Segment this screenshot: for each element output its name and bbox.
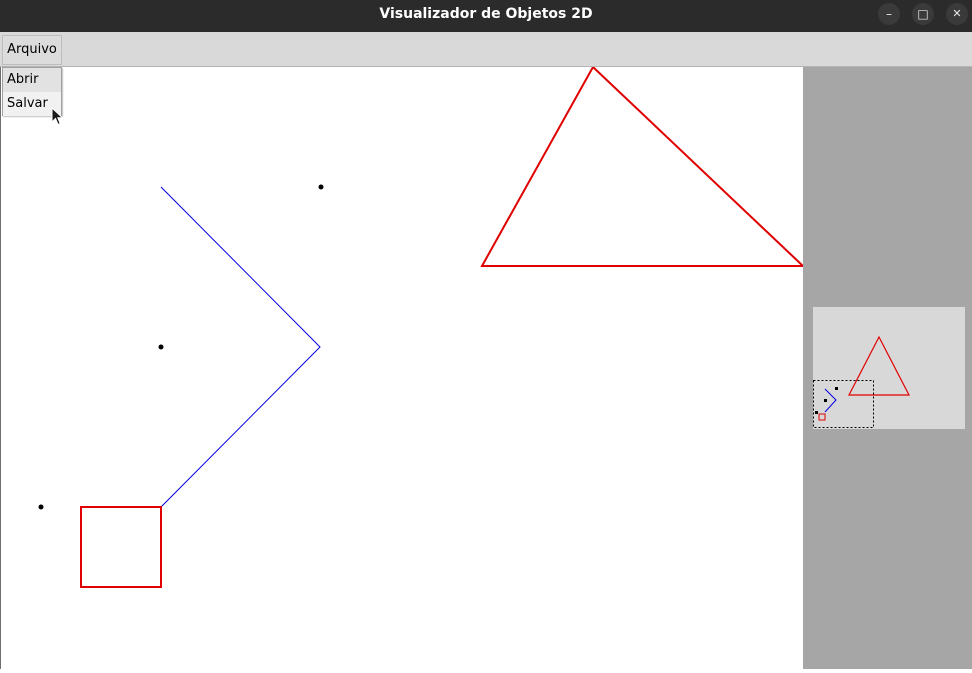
- point: [38, 504, 44, 510]
- maximize-icon[interactable]: □: [912, 3, 934, 25]
- menu-bar: Arquivo: [0, 32, 972, 67]
- drawing-canvas[interactable]: [0, 65, 806, 669]
- minimap-point: [824, 399, 827, 402]
- minimize-icon[interactable]: –: [878, 3, 900, 25]
- close-icon[interactable]: ✕: [946, 3, 968, 25]
- red-triangle: [480, 65, 806, 267]
- minimap-point: [815, 411, 818, 414]
- minimap-background: [813, 307, 965, 429]
- blue-polyline: [160, 186, 321, 508]
- red-square: [80, 506, 162, 588]
- minimap[interactable]: [813, 307, 965, 429]
- point: [158, 344, 164, 350]
- mouse-pointer-icon: [51, 106, 65, 131]
- point: [318, 184, 324, 190]
- canvas-border: [0, 67, 1, 669]
- title-bar: Visualizador de Objetos 2D – □ ✕: [0, 0, 972, 32]
- menu-arquivo[interactable]: Arquivo: [2, 35, 62, 65]
- window-title: Visualizador de Objetos 2D: [379, 6, 593, 22]
- viewport-svg: [38, 65, 806, 588]
- minimap-svg: [813, 307, 965, 429]
- minimap-point: [835, 387, 838, 390]
- menu-item-abrir[interactable]: Abrir: [3, 68, 61, 92]
